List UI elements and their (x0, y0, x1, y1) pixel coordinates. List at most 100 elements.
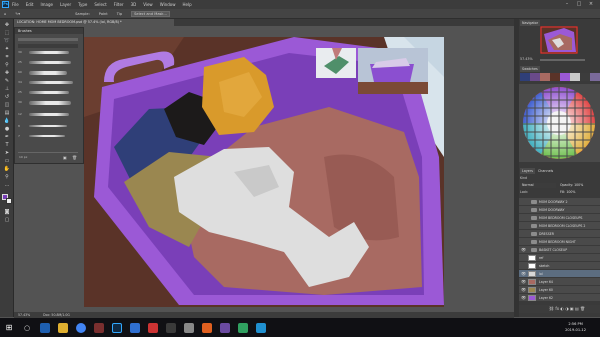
eyedropper-tool-icon[interactable]: ⚲ (3, 62, 11, 69)
search-icon[interactable]: ○ (22, 323, 32, 333)
menu-3d[interactable]: 3D (131, 2, 137, 7)
brush-search-input[interactable] (18, 44, 78, 48)
quick-mask-icon[interactable]: ◙ (3, 209, 11, 216)
sample-select[interactable]: Point (99, 12, 108, 16)
move-tool-icon[interactable]: ✥ (3, 22, 11, 29)
navigator-tab[interactable]: Navigator (520, 20, 541, 26)
path-select-tool-icon[interactable]: ➤ (3, 150, 11, 157)
menu-file[interactable]: File (12, 2, 19, 7)
app-icon[interactable] (148, 322, 158, 333)
layer-row[interactable]: 👁 Layer 60 (519, 286, 600, 294)
hand-tool-icon[interactable]: ✋ (3, 166, 11, 173)
menu-layer[interactable]: Layer (60, 2, 71, 7)
dodge-tool-icon[interactable]: ● (3, 126, 11, 133)
lasso-tool-icon[interactable]: ➰ (3, 38, 11, 45)
brush-preset[interactable] (29, 101, 71, 105)
file-explorer-icon[interactable] (58, 322, 68, 333)
app-icon[interactable] (184, 322, 194, 333)
layers-footer-icons[interactable]: ⛓ fx ◐ ◑ ▣ ▤ 🗑 (519, 305, 600, 313)
minimize-button[interactable]: – (562, 0, 572, 9)
menu-edit[interactable]: Edit (26, 2, 34, 7)
app-icon[interactable] (256, 322, 266, 333)
navigator-zoom-slider[interactable] (540, 59, 585, 61)
menu-window[interactable]: Window (160, 2, 176, 7)
quick-select-tool-icon[interactable]: ✦ (3, 46, 11, 53)
zoom-tool-icon[interactable]: ⚲ (3, 174, 11, 181)
app-icon[interactable] (238, 322, 248, 333)
brush-preset[interactable] (29, 113, 69, 116)
artwork-canvas[interactable] (14, 26, 514, 317)
layer-row[interactable]: 👁 Layer 62 (519, 294, 600, 302)
chrome-icon[interactable] (76, 322, 86, 333)
visibility-eye-icon[interactable]: 👁 (521, 246, 526, 254)
healing-tool-icon[interactable]: ✚ (3, 70, 11, 77)
crop-tool-icon[interactable]: ⌗ (3, 54, 11, 61)
canvas-area[interactable] (14, 26, 514, 317)
background-color-swatch[interactable] (6, 198, 12, 204)
system-clock[interactable]: 2:56 PM 2019-01-12 (565, 321, 586, 333)
fill-field[interactable]: Fill: 100% (560, 190, 575, 194)
new-brush-icon[interactable]: ▣ (63, 155, 68, 160)
layer-row-selected[interactable]: 👁 lol (519, 270, 600, 278)
brush-preset[interactable] (29, 135, 65, 137)
visibility-eye-icon[interactable]: 👁 (521, 270, 526, 278)
start-icon[interactable]: ⊞ (4, 323, 14, 333)
layer-row[interactable]: 👁 BASKET CLOSEUP (519, 246, 600, 254)
menu-select[interactable]: Select (94, 2, 106, 7)
menu-image[interactable]: Image (40, 2, 53, 7)
brush-preset[interactable] (29, 51, 69, 54)
layer-row[interactable]: ref (519, 254, 600, 262)
brush-preset[interactable] (29, 91, 69, 94)
brush-tool-icon[interactable]: ✎ (3, 78, 11, 85)
menu-filter[interactable]: Filter (114, 2, 124, 7)
opacity-field[interactable]: Opacity: 100% (560, 183, 583, 187)
document-tab[interactable]: LOCATION: HOME MOM BEDROOM.psd @ 57.4% (… (14, 19, 174, 26)
tool-preset-icon[interactable]: ✎▾ (15, 12, 20, 16)
select-and-mask-button[interactable]: Select and Mask... (131, 10, 170, 17)
brush-preset[interactable] (29, 81, 73, 84)
blur-tool-icon[interactable]: 💧 (3, 118, 11, 125)
screen-mode-icon[interactable]: ▢ (3, 217, 11, 224)
layer-filter-kind[interactable]: Kind (520, 176, 527, 180)
eraser-tool-icon[interactable]: ◫ (3, 102, 11, 109)
history-brush-icon[interactable]: ↺ (3, 94, 11, 101)
layer-row[interactable]: MOM DOORWAY (519, 206, 600, 214)
visibility-eye-icon[interactable]: 👁 (521, 294, 526, 302)
layers-tab[interactable]: Layers (520, 168, 535, 174)
blend-mode-select[interactable]: Normal (520, 183, 556, 188)
stamp-tool-icon[interactable]: ⊥ (3, 86, 11, 93)
layer-row[interactable]: MOM BEDROOM CLOSEUPS 2 (519, 222, 600, 230)
layer-row[interactable]: MOM BEDROOM CLOSEUPS (519, 214, 600, 222)
menu-help[interactable]: Help (182, 2, 191, 7)
layer-row[interactable]: 👁 Layer 64 (519, 278, 600, 286)
layer-row[interactable]: DRESSER (519, 230, 600, 238)
pen-tool-icon[interactable]: ✒ (3, 134, 11, 141)
options-home-icon[interactable]: ⌂ (4, 12, 6, 16)
swatches-tab[interactable]: Swatches (520, 66, 540, 72)
trash-icon[interactable]: 🗑 (72, 155, 77, 160)
brush-preset[interactable] (29, 125, 67, 127)
layer-row[interactable]: sketch (519, 262, 600, 270)
navigator-thumbnail[interactable] (540, 26, 578, 54)
marquee-tool-icon[interactable]: ⬚ (3, 30, 11, 37)
brush-preset[interactable] (29, 71, 67, 75)
shape-tool-icon[interactable]: ▭ (3, 158, 11, 165)
brush-size-slider[interactable] (18, 38, 78, 41)
visibility-eye-icon[interactable]: 👁 (521, 278, 526, 286)
menu-view[interactable]: View (143, 2, 153, 7)
channels-tab[interactable]: Channels (536, 168, 556, 174)
maximize-button[interactable]: □ (574, 0, 584, 9)
swatches-row[interactable] (520, 73, 600, 81)
tip-label[interactable]: Tip (117, 12, 122, 16)
layer-row[interactable]: MOM BEDROOM NIGHT (519, 238, 600, 246)
visibility-eye-icon[interactable]: 👁 (521, 286, 526, 294)
gradient-tool-icon[interactable]: ▤ (3, 110, 11, 117)
brush-preset[interactable] (29, 61, 71, 64)
close-button[interactable]: × (586, 0, 596, 9)
app-icon[interactable] (130, 322, 140, 333)
app-icon[interactable] (94, 322, 104, 333)
app-icon[interactable] (166, 322, 176, 333)
photoshop-taskbar-icon[interactable] (112, 322, 122, 333)
task-view-icon[interactable] (40, 322, 50, 333)
app-icon[interactable] (220, 322, 230, 333)
